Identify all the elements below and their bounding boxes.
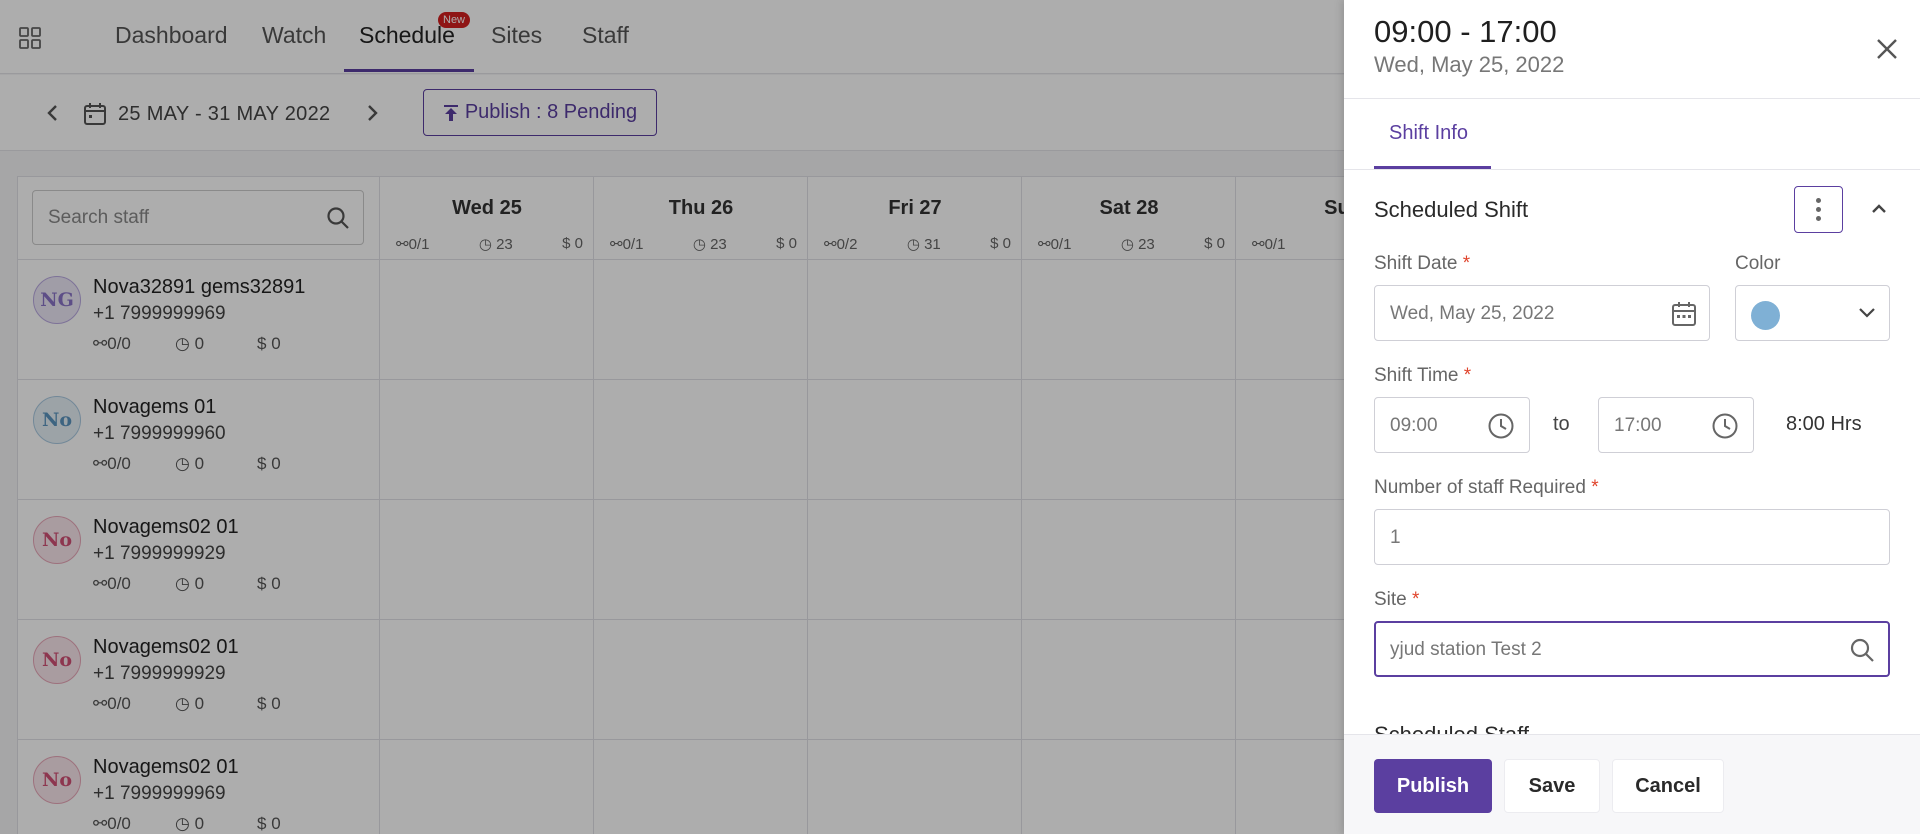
staff-required-input[interactable]: 1 [1374,509,1890,565]
kebab-dot [1816,216,1821,221]
site-search-input[interactable]: yjud station Test 2 [1374,621,1890,677]
publish-button[interactable]: Publish [1374,759,1492,813]
kebab-dot [1816,207,1821,212]
end-time-value: 17:00 [1614,415,1662,436]
color-select[interactable] [1735,285,1890,341]
chevron-up-icon[interactable] [1868,198,1890,220]
site-label: Site * [1374,589,1420,610]
more-options-button[interactable] [1794,186,1843,233]
divider [1344,169,1920,170]
site-value: yjud station Test 2 [1390,639,1542,660]
close-icon[interactable] [1874,36,1900,62]
drawer-subtitle: Wed, May 25, 2022 [1374,52,1565,77]
shift-drawer: 09:00 - 17:00 Wed, May 25, 2022 Shift In… [1344,0,1920,834]
chevron-down-icon [1859,308,1875,318]
shift-date-label: Shift Date * [1374,253,1471,274]
start-time-value: 09:00 [1390,415,1438,436]
staff-required-label: Number of staff Required * [1374,477,1599,498]
drawer-footer: Publish Save Cancel [1344,734,1920,834]
tab-shift-info[interactable]: Shift Info [1389,122,1468,145]
modal-backdrop[interactable] [0,0,1344,834]
start-time-field[interactable]: 09:00 [1374,397,1530,453]
divider [1344,98,1920,99]
drawer-title: 09:00 - 17:00 [1374,14,1557,49]
search-icon[interactable] [1848,636,1876,664]
duration-text: 8:00 Hrs [1786,413,1862,435]
shift-time-label: Shift Time * [1374,365,1472,386]
section-title: Scheduled Shift [1374,197,1529,222]
shift-date-value: Wed, May 25, 2022 [1390,303,1555,324]
color-label: Color [1735,253,1781,274]
clock-icon[interactable] [1487,412,1515,440]
end-time-field[interactable]: 17:00 [1598,397,1754,453]
calendar-icon[interactable] [1671,300,1697,328]
save-button[interactable]: Save [1504,759,1600,813]
shift-date-field[interactable]: Wed, May 25, 2022 [1374,285,1710,341]
kebab-dot [1816,198,1821,203]
cancel-button[interactable]: Cancel [1612,759,1724,813]
to-label: to [1553,413,1570,435]
color-swatch [1751,301,1780,330]
clock-icon[interactable] [1711,412,1739,440]
staff-required-value: 1 [1390,527,1401,548]
